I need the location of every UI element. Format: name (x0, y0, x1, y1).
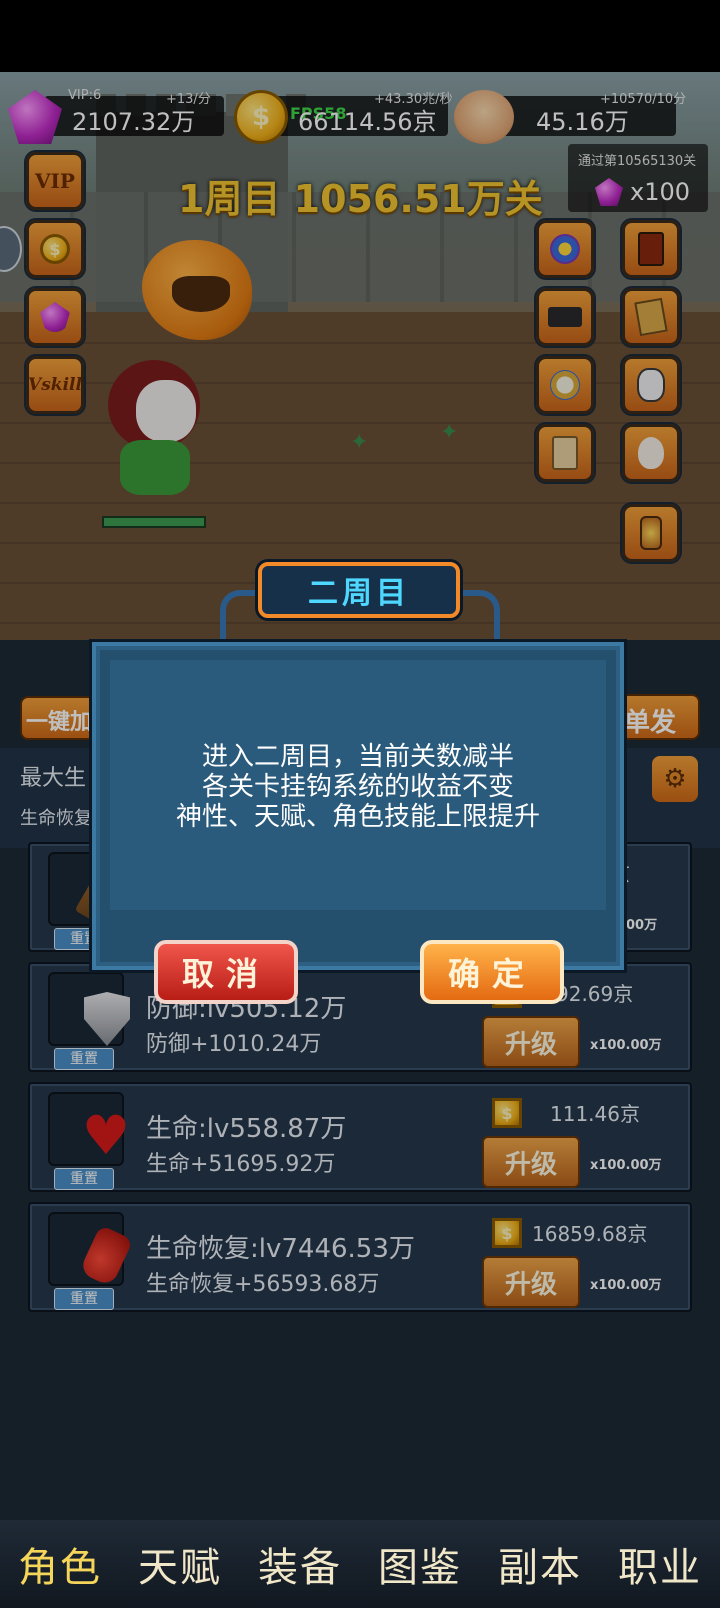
dialog-line: 进入二周目，当前关数减半 (201, 742, 514, 772)
dialog-line: 神性、天赋、角色技能上限提升 (175, 802, 540, 832)
nav-tab-class[interactable]: 职业 (618, 1535, 702, 1593)
dialog-title: 二周目 (308, 576, 410, 611)
nav-tab-equipment[interactable]: 装备 (258, 1535, 342, 1593)
nav-tab-dungeon[interactable]: 副本 (498, 1535, 582, 1593)
dialog-title-plate: 二周目 (258, 562, 460, 618)
nav-tab-character[interactable]: 角色 (18, 1535, 102, 1593)
bottom-nav-items: 角色 天赋 装备 图鉴 副本 职业 (0, 1522, 720, 1606)
cancel-button[interactable]: 取消 (154, 940, 298, 1004)
status-bar (0, 0, 720, 72)
confirm-button[interactable]: 确定 (420, 940, 564, 1004)
nav-tab-codex[interactable]: 图鉴 (378, 1535, 462, 1593)
dialog-message: 进入二周目，当前关数减半 各关卡挂钩系统的收益不变 神性、天赋、角色技能上限提升 (92, 742, 624, 832)
dialog-line: 各关卡挂钩系统的收益不变 (201, 772, 514, 802)
nav-tab-talent[interactable]: 天赋 (138, 1535, 222, 1593)
